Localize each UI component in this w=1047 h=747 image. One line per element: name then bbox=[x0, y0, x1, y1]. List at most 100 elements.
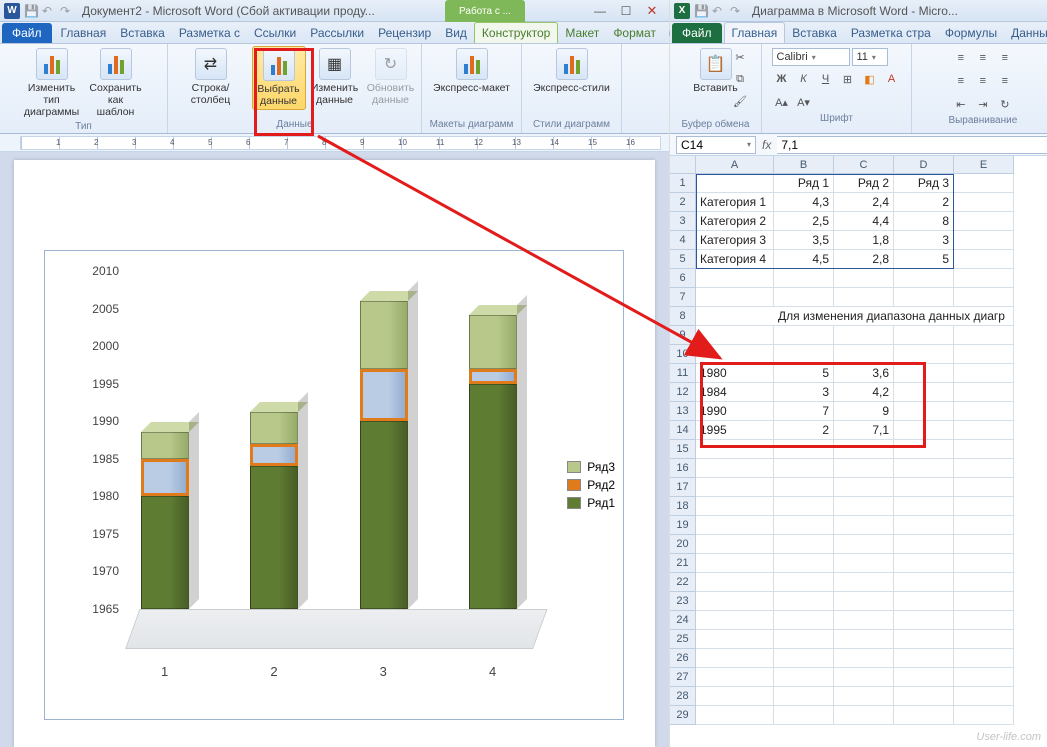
quick-layout-button[interactable]: Экспресс-макет bbox=[429, 46, 515, 96]
cell[interactable] bbox=[834, 649, 894, 668]
cell[interactable] bbox=[774, 592, 834, 611]
cell[interactable]: Ряд 2 bbox=[834, 174, 894, 193]
maximize-icon[interactable]: ☐ bbox=[613, 2, 639, 20]
cell[interactable] bbox=[894, 269, 954, 288]
tab-references[interactable]: Ссылки bbox=[247, 22, 303, 43]
cell[interactable]: Категория 1 bbox=[696, 193, 774, 212]
font-color-button[interactable]: A bbox=[882, 69, 902, 89]
cell[interactable]: 1990 bbox=[696, 402, 774, 421]
cell[interactable] bbox=[954, 478, 1014, 497]
align-bottom-button[interactable]: ≡ bbox=[995, 48, 1015, 68]
cell[interactable] bbox=[774, 649, 834, 668]
cell[interactable] bbox=[894, 516, 954, 535]
cell[interactable]: Категория 3 bbox=[696, 231, 774, 250]
cell[interactable] bbox=[834, 288, 894, 307]
row-header[interactable]: 24 bbox=[670, 611, 696, 630]
cell[interactable] bbox=[834, 668, 894, 687]
cell[interactable] bbox=[894, 383, 954, 402]
cell[interactable] bbox=[894, 497, 954, 516]
cell[interactable] bbox=[834, 459, 894, 478]
file-tab[interactable]: Файл bbox=[2, 23, 52, 43]
cell[interactable] bbox=[954, 668, 1014, 687]
align-top-button[interactable]: ≡ bbox=[951, 48, 971, 68]
cell[interactable] bbox=[696, 668, 774, 687]
cell[interactable]: 2,5 bbox=[774, 212, 834, 231]
orientation-button[interactable]: ↻ bbox=[995, 94, 1015, 114]
cell[interactable] bbox=[696, 288, 774, 307]
decrease-indent-button[interactable]: ⇤ bbox=[951, 94, 971, 114]
cell[interactable] bbox=[954, 383, 1014, 402]
row-header[interactable]: 8 bbox=[670, 307, 696, 326]
cell[interactable] bbox=[954, 174, 1014, 193]
cell[interactable] bbox=[696, 592, 774, 611]
shrink-font-button[interactable]: A▾ bbox=[794, 92, 814, 112]
cell[interactable]: 3,6 bbox=[834, 364, 894, 383]
row-header[interactable]: 4 bbox=[670, 231, 696, 250]
italic-button[interactable]: К bbox=[794, 69, 814, 89]
cell[interactable] bbox=[834, 497, 894, 516]
cell[interactable] bbox=[834, 706, 894, 725]
row-header[interactable]: 13 bbox=[670, 402, 696, 421]
excel-file-tab[interactable]: Файл bbox=[672, 23, 722, 43]
chart-bar[interactable] bbox=[250, 412, 298, 609]
cell[interactable]: 9 bbox=[834, 402, 894, 421]
tab-view[interactable]: Вид bbox=[438, 22, 474, 43]
cell[interactable]: Категория 2 bbox=[696, 212, 774, 231]
cell[interactable] bbox=[774, 668, 834, 687]
cut-icon[interactable]: ✂ bbox=[730, 47, 750, 67]
cell[interactable] bbox=[696, 630, 774, 649]
cell[interactable] bbox=[954, 250, 1014, 269]
cell[interactable] bbox=[696, 459, 774, 478]
excel-tab-data[interactable]: Данны bbox=[1004, 22, 1047, 43]
cell[interactable] bbox=[774, 326, 834, 345]
cell[interactable] bbox=[894, 402, 954, 421]
cell[interactable] bbox=[696, 573, 774, 592]
cell[interactable] bbox=[894, 345, 954, 364]
chart-bar[interactable] bbox=[469, 315, 517, 609]
cell[interactable] bbox=[894, 326, 954, 345]
row-header[interactable]: 16 bbox=[670, 459, 696, 478]
cell[interactable] bbox=[834, 516, 894, 535]
cell[interactable]: 2,8 bbox=[834, 250, 894, 269]
cell[interactable] bbox=[774, 440, 834, 459]
excel-grid[interactable]: ABCDE 1234567891011121314151617181920212… bbox=[670, 156, 1047, 747]
row-header[interactable]: 12 bbox=[670, 383, 696, 402]
col-header[interactable]: B bbox=[774, 156, 834, 174]
cell[interactable]: 5 bbox=[774, 364, 834, 383]
cell[interactable] bbox=[894, 592, 954, 611]
cell[interactable] bbox=[954, 345, 1014, 364]
cell[interactable] bbox=[894, 611, 954, 630]
cell[interactable]: 4,2 bbox=[834, 383, 894, 402]
refresh-data-button[interactable]: ↻ Обновить данные bbox=[364, 46, 418, 108]
cell[interactable]: 3 bbox=[894, 231, 954, 250]
excel-tab-layout[interactable]: Разметка стра bbox=[844, 22, 938, 43]
tab-home[interactable]: Главная bbox=[54, 22, 114, 43]
cell[interactable] bbox=[834, 611, 894, 630]
tab-insert[interactable]: Вставка bbox=[113, 22, 172, 43]
cell[interactable] bbox=[954, 288, 1014, 307]
redo-icon[interactable]: ↷ bbox=[60, 4, 74, 18]
cell[interactable] bbox=[696, 687, 774, 706]
cell[interactable] bbox=[774, 269, 834, 288]
cell[interactable] bbox=[696, 269, 774, 288]
excel-tab-home[interactable]: Главная bbox=[724, 22, 786, 43]
tab-chart-layout[interactable]: Макет bbox=[558, 22, 606, 43]
cell[interactable]: Ряд 3 bbox=[894, 174, 954, 193]
row-header[interactable]: 5 bbox=[670, 250, 696, 269]
cell[interactable] bbox=[834, 269, 894, 288]
cell[interactable] bbox=[894, 478, 954, 497]
border-button[interactable]: ⊞ bbox=[838, 69, 858, 89]
cell[interactable] bbox=[834, 345, 894, 364]
cell[interactable] bbox=[774, 535, 834, 554]
align-right-button[interactable]: ≡ bbox=[995, 71, 1015, 91]
chart-bar[interactable] bbox=[141, 432, 189, 609]
chart[interactable]: 1965197019751980198519901995200020052010… bbox=[44, 250, 624, 720]
cell[interactable] bbox=[834, 478, 894, 497]
name-box[interactable]: C14▾ bbox=[676, 136, 756, 154]
save-icon[interactable]: 💾 bbox=[24, 4, 38, 18]
row-header[interactable]: 23 bbox=[670, 592, 696, 611]
cell[interactable]: 7 bbox=[774, 402, 834, 421]
row-header[interactable]: 20 bbox=[670, 535, 696, 554]
row-header[interactable]: 6 bbox=[670, 269, 696, 288]
cell[interactable] bbox=[894, 440, 954, 459]
